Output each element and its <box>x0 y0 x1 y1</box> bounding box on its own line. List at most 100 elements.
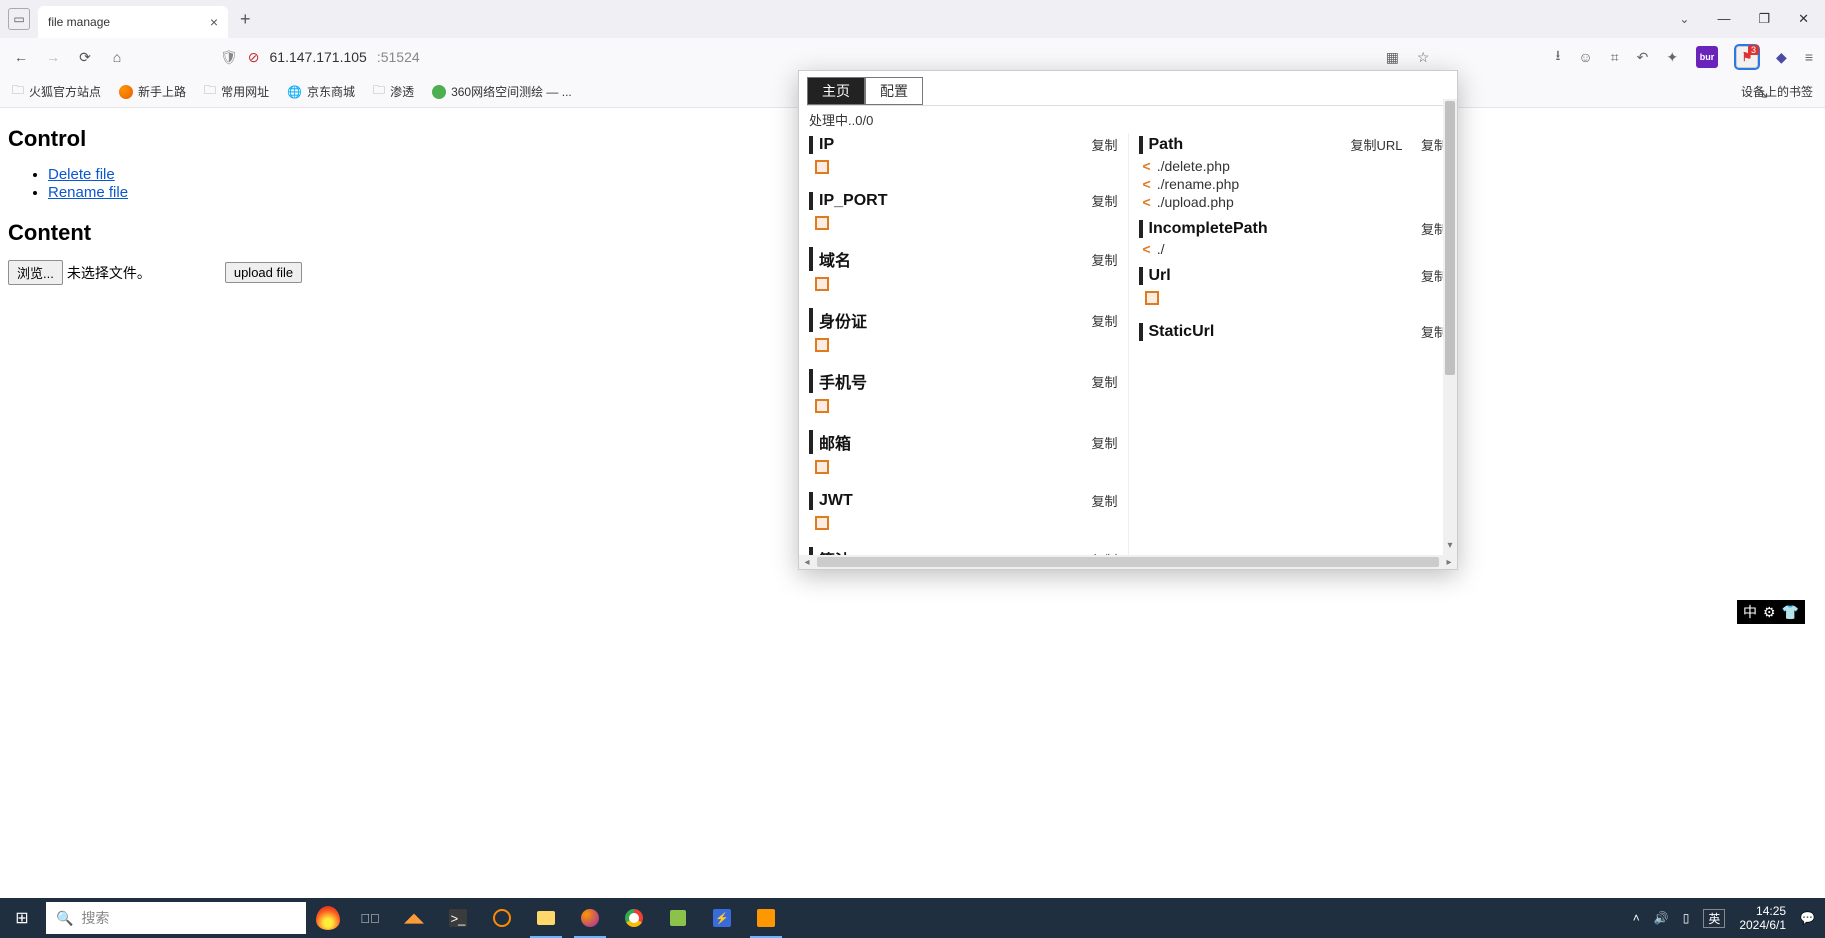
maximize-button[interactable]: ❐ <box>1758 11 1770 27</box>
bookmark-firefox-official[interactable]: 🗀火狐官方站点 <box>12 81 101 102</box>
tray-date: 2024/6/1 <box>1739 918 1786 932</box>
ime-settings-icon[interactable]: ⚙ <box>1763 604 1776 621</box>
insecure-lock-icon[interactable]: ⊘ <box>248 49 260 66</box>
browse-button[interactable]: 浏览... <box>8 260 63 285</box>
copy-button[interactable]: 复制 <box>1091 491 1117 510</box>
minimize-button[interactable]: — <box>1717 11 1730 27</box>
taskbar-app-1[interactable]: ◢◣ <box>392 898 436 938</box>
extension-cube-icon[interactable]: ◆ <box>1776 49 1787 66</box>
extensions-icon[interactable]: ✦ <box>1666 49 1678 66</box>
popup-right-column: Path 复制URL 复制 <./delete.php<./rename.php… <box>1129 133 1458 555</box>
copy-button[interactable]: 复制 <box>1091 433 1117 452</box>
angle-icon: < <box>1143 158 1151 174</box>
taskbar-file-explorer[interactable] <box>524 898 568 938</box>
section-path-title: Path <box>1139 136 1184 154</box>
undo-icon[interactable]: ↶ <box>1637 49 1649 66</box>
bookmark-getting-started[interactable]: 新手上路 <box>119 83 186 100</box>
section-title: IP_PORT <box>809 192 887 210</box>
extension-popup: 主页 配置 处理中..0/0 IP复制IP_PORT复制域名复制身份证复制手机号… <box>798 70 1458 570</box>
copy-button[interactable]: 复制 <box>1091 135 1117 154</box>
new-tab-button[interactable]: + <box>240 9 251 30</box>
start-button[interactable]: ⊞ <box>0 898 44 938</box>
section-title: 邮箱 <box>809 430 851 454</box>
angle-icon: < <box>1143 176 1151 192</box>
taskbar-thunder[interactable]: ⚡ <box>700 898 744 938</box>
bookmark-pentest[interactable]: 🗀渗透 <box>373 81 414 102</box>
bookmark-common-sites[interactable]: 🗀常用网址 <box>204 81 269 102</box>
copy-url-button[interactable]: 复制URL <box>1351 138 1403 153</box>
tray-speaker-icon[interactable]: 🔊 <box>1654 911 1669 925</box>
tray-chevron-icon[interactable]: ˄ <box>1633 911 1640 925</box>
popup-section: 域名复制 <box>809 245 1118 300</box>
empty-indicator-icon <box>815 460 829 474</box>
empty-indicator-icon <box>815 216 829 230</box>
shield-icon[interactable]: 🛡 <box>220 49 238 66</box>
path-item[interactable]: <./rename.php <box>1139 175 1448 193</box>
url-port: :51524 <box>377 49 420 65</box>
ime-floating-toolbar[interactable]: 中 ⚙ 👕 <box>1737 600 1805 624</box>
delete-file-link[interactable]: Delete file <box>48 166 115 183</box>
taskbar-weather-icon[interactable] <box>308 898 348 938</box>
taskview-button[interactable]: ▭⃞ <box>348 898 392 938</box>
no-file-selected-label: 未选择文件。 <box>67 263 151 283</box>
taskbar-sublime[interactable] <box>744 898 788 938</box>
taskbar-chrome[interactable] <box>612 898 656 938</box>
popup-horizontal-scrollbar[interactable]: ◂▸ <box>799 555 1457 569</box>
popup-section: 算法复制 <box>809 545 1118 555</box>
extension-findsomething-icon[interactable]: ⚑ 3 <box>1736 46 1758 68</box>
close-tab-icon[interactable]: × <box>210 14 218 30</box>
popup-section: 手机号 复制 <box>809 367 1118 422</box>
section-incompletepath-title: IncompletePath <box>1139 220 1268 238</box>
account-icon[interactable]: ☺ <box>1578 49 1592 65</box>
path-text: ./upload.php <box>1157 194 1234 210</box>
window-controls: — ❐ ✕ <box>1717 11 1809 27</box>
close-window-button[interactable]: ✕ <box>1798 11 1809 27</box>
search-icon: 🔍 <box>56 910 73 927</box>
home-button[interactable]: ⌂ <box>108 49 126 65</box>
bookmark-360[interactable]: 360网络空间测绘 — ... <box>432 83 572 100</box>
rename-file-link[interactable]: Rename file <box>48 184 128 201</box>
copy-button[interactable]: 复制 <box>1091 191 1117 210</box>
upload-button[interactable]: upload file <box>225 262 302 283</box>
folder-icon: 🗀 <box>12 81 24 102</box>
extension-burp-icon[interactable]: bur <box>1696 46 1718 68</box>
tray-network-icon[interactable]: ▯ <box>1683 911 1690 925</box>
other-bookmarks[interactable]: 设备上的书签 <box>1741 83 1813 100</box>
taskbar-firefox[interactable] <box>568 898 612 938</box>
tab-preview-icon[interactable]: ▭ <box>8 8 30 30</box>
taskbar-cortana[interactable] <box>480 898 524 938</box>
copy-button[interactable]: 复制 <box>1091 372 1117 391</box>
taskbar-terminal[interactable]: >_ <box>436 898 480 938</box>
app-menu-icon[interactable]: ≡ <box>1805 49 1813 65</box>
bookmark-star-icon[interactable]: ☆ <box>1417 49 1430 66</box>
popup-vertical-scrollbar[interactable]: ▾ <box>1443 99 1457 555</box>
bookmark-jd[interactable]: 🌐京东商城 <box>287 83 355 100</box>
tray-clock[interactable]: 14:25 2024/6/1 <box>1739 904 1786 932</box>
section-title: 手机号 <box>809 369 867 393</box>
copy-button[interactable]: 复制 <box>1091 311 1117 330</box>
browser-tab[interactable]: file manage × <box>38 6 228 38</box>
section-title: 算法 <box>809 547 851 555</box>
taskbar-notes[interactable] <box>656 898 700 938</box>
path-item[interactable]: <./upload.php <box>1139 193 1448 211</box>
tabs-dropdown-icon[interactable]: ⌄ <box>1679 12 1689 26</box>
popup-tab-config[interactable]: 配置 <box>865 77 923 105</box>
tray-ime[interactable]: 英 <box>1703 909 1725 928</box>
downloads-icon[interactable]: ⭳ <box>1555 45 1560 69</box>
screenshot-icon[interactable]: ⌗ <box>1611 49 1619 66</box>
popup-left-column: IP复制IP_PORT复制域名复制身份证复制手机号复制邮箱复制JWT复制算法复制… <box>799 133 1129 555</box>
popup-section: IP_PORT 复制 <box>809 189 1118 239</box>
back-button[interactable]: ← <box>12 49 30 65</box>
popup-tab-main[interactable]: 主页 <box>807 77 865 105</box>
tray-notifications-icon[interactable]: 💬 <box>1800 911 1815 925</box>
path-item[interactable]: <./delete.php <box>1139 157 1448 175</box>
reload-button[interactable]: ⟳ <box>76 49 94 66</box>
ime-shirt-icon[interactable]: 👕 <box>1782 604 1799 621</box>
popup-section: IP复制 <box>809 133 1118 183</box>
copy-button[interactable]: 复制 <box>1091 250 1117 269</box>
path-item[interactable]: <./ <box>1139 240 1448 258</box>
popup-section: JWT复制 <box>809 489 1118 539</box>
taskbar-search[interactable]: 🔍 搜索 <box>46 902 306 934</box>
url-bar[interactable]: 🛡 ⊘ 61.147.171.105:51524 <box>220 49 1372 66</box>
qr-icon[interactable]: ▦ <box>1386 49 1399 66</box>
